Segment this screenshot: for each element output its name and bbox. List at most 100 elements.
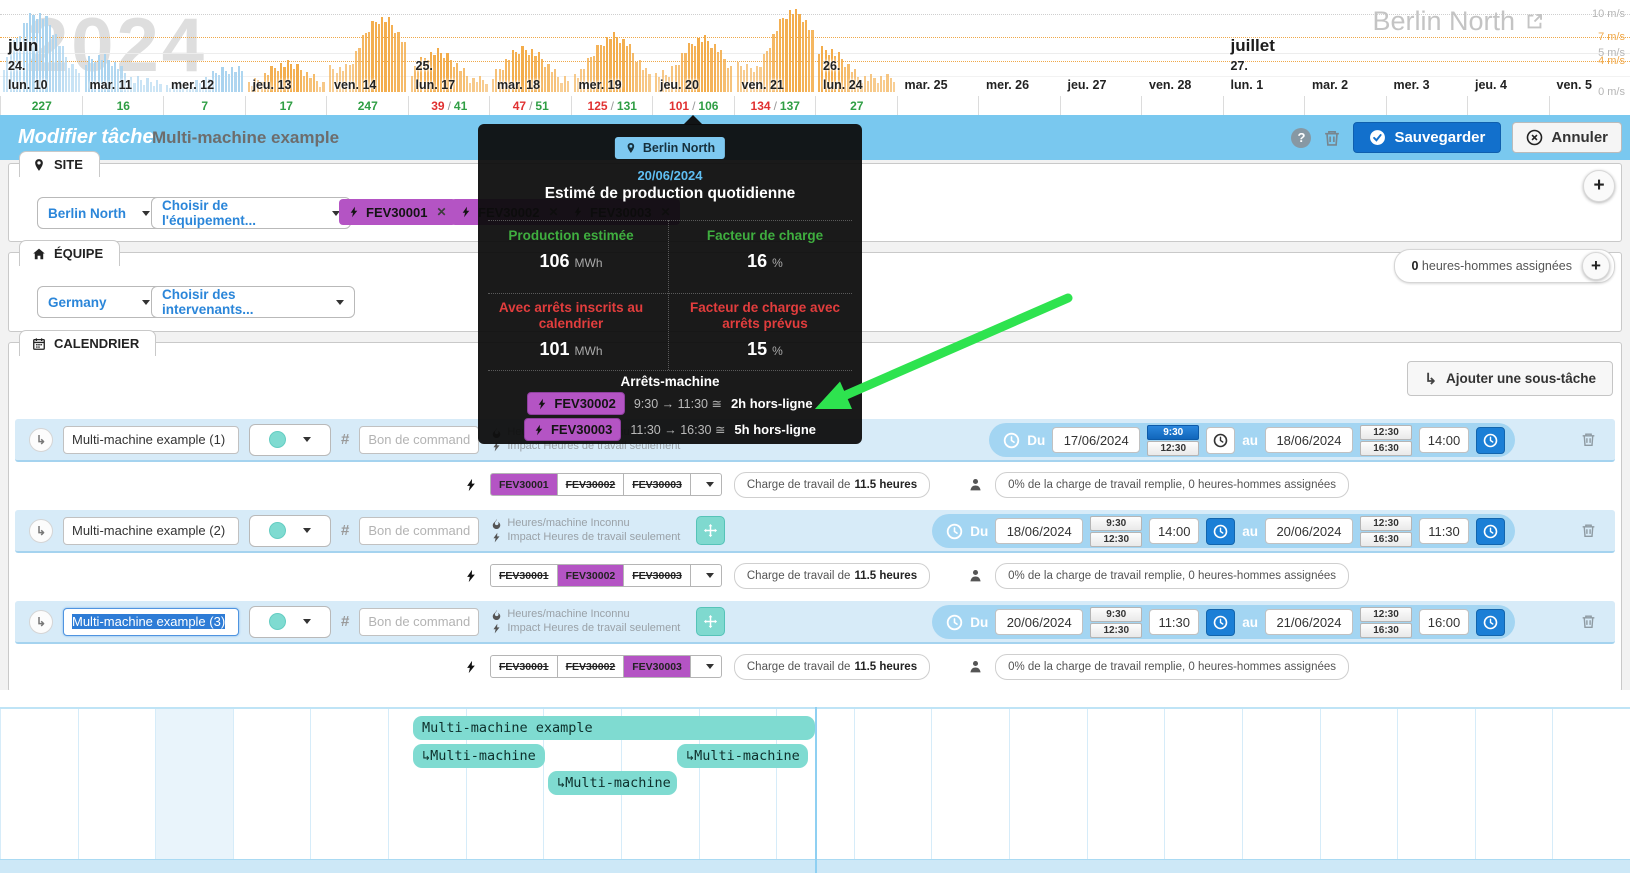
start-date-input[interactable] [995, 609, 1084, 635]
wind-bar [462, 68, 465, 92]
app-root: 2024 juin juillet 24. 25. 26. 27. lun. 10 227 ma… [0, 0, 1630, 873]
subtask-name-input[interactable]: Multi-machine example (3) [63, 607, 239, 636]
time-preset-button[interactable]: 9:30 [1147, 424, 1200, 440]
remove-tag-icon[interactable]: ✕ [436, 205, 446, 219]
time-picker-button[interactable] [1476, 517, 1505, 545]
subtask-name-input[interactable] [63, 425, 239, 454]
time-preset-button[interactable]: 12:30 [1360, 424, 1412, 440]
help-icon[interactable]: ? [1291, 127, 1312, 148]
move-subtask-button[interactable] [696, 516, 726, 545]
cancel-button[interactable]: Annuler [1512, 122, 1622, 153]
machine-toggle[interactable]: FEV30001 [490, 473, 558, 496]
gantt-column-line [1164, 709, 1166, 859]
machine-dropdown-button[interactable] [690, 473, 722, 496]
end-time-input[interactable] [1419, 609, 1469, 635]
end-time-input[interactable] [1419, 518, 1469, 544]
end-date-input[interactable] [1265, 609, 1353, 635]
machine-toggle[interactable]: FEV30002 [557, 655, 625, 678]
gantt-bar-parent[interactable]: Multi-machine example [413, 716, 815, 740]
time-picker-button[interactable] [1476, 426, 1505, 454]
team-select[interactable]: Germany [37, 286, 161, 318]
start-time-input[interactable] [1149, 518, 1200, 544]
subtask-name-input[interactable] [63, 516, 239, 545]
equipment-tag[interactable]: FEV30001 ✕ [339, 199, 456, 225]
delete-subtask-icon[interactable] [1580, 431, 1597, 448]
wind-forecast-chart[interactable]: 2024 juin juillet 24. 25. 26. 27. lun. 10 227 ma… [0, 0, 1630, 116]
wind-bar [146, 77, 149, 92]
start-date-input[interactable] [995, 518, 1084, 544]
day-production-values: 16 [81, 96, 165, 115]
workload-fill-badge: 0% de la charge de travail remplie, 0 he… [995, 653, 1350, 680]
machine-toggle[interactable]: FEV30003 [624, 655, 691, 678]
site-select[interactable]: Berlin North [37, 197, 161, 229]
machine-tag: FEV30002 [527, 392, 625, 415]
tooltip-site-badge: Berlin North [614, 137, 726, 159]
machine-toggle[interactable]: FEV30001 [490, 564, 558, 587]
equipment-select[interactable]: Choisir de l'équipement... [151, 197, 351, 229]
day-label: lun. 17 [415, 78, 456, 92]
time-preset-button[interactable]: 12:30 [1090, 622, 1143, 638]
add-subtask-button[interactable]: ↳ Ajouter une sous-tâche [1407, 361, 1613, 396]
day-label: mer. 12 [171, 78, 215, 92]
gantt-bar-subtask[interactable]: ↳Multi-machine [548, 771, 677, 795]
move-subtask-button[interactable] [696, 607, 726, 636]
wind-bar [700, 41, 703, 92]
wind-bar [51, 34, 55, 92]
add-worker-button[interactable]: + [1582, 252, 1610, 280]
start-time-input[interactable] [1149, 609, 1200, 635]
time-preset-button[interactable]: 12:30 [1360, 515, 1412, 531]
purchase-order-input[interactable] [359, 607, 480, 636]
delete-subtask-icon[interactable] [1580, 522, 1597, 539]
machine-dropdown-button[interactable] [690, 564, 722, 587]
time-preset-button[interactable]: 9:30 [1090, 515, 1143, 531]
machine-dropdown-button[interactable] [690, 655, 722, 678]
machine-toggle[interactable]: FEV30003 [624, 564, 691, 587]
time-preset-button[interactable]: 12:30 [1090, 531, 1143, 547]
add-site-button[interactable]: + [1583, 170, 1615, 202]
time-picker-button[interactable] [1476, 608, 1505, 636]
start-date-input[interactable] [1052, 427, 1141, 453]
end-time-input[interactable] [1419, 427, 1469, 453]
end-date-input[interactable] [1265, 427, 1353, 453]
machine-toggle[interactable]: FEV30002 [557, 473, 625, 496]
save-button[interactable]: Sauvegarder [1353, 122, 1502, 153]
gantt-bar-subtask[interactable]: ↳Multi-machine [677, 744, 808, 768]
machine-toggle[interactable]: FEV30001 [490, 655, 558, 678]
end-date-input[interactable] [1265, 518, 1353, 544]
machine-toggle[interactable]: FEV30002 [557, 564, 625, 587]
axis-label: 0 m/s [1598, 86, 1625, 98]
gantt-column-line [1009, 709, 1011, 859]
machine-toggle[interactable]: FEV30003 [624, 473, 691, 496]
time-picker-button[interactable] [1206, 608, 1236, 636]
wind-bar [723, 59, 726, 92]
wind-bar [387, 17, 390, 92]
wind-bar [156, 79, 159, 92]
color-select[interactable] [249, 605, 331, 638]
time-picker-button[interactable] [1206, 517, 1236, 545]
date-range-panel: Du 9:30 12:30 au 12:30 16:30 [932, 514, 1515, 548]
subtask-machines-row-3: FEV30001 FEV30002 FEV30003 Charge de tra… [464, 644, 1350, 689]
chart-site-link[interactable]: Berlin North [1372, 6, 1544, 37]
date-range-panel: Du 9:30 12:30 au 12:30 16:30 [989, 423, 1515, 457]
external-link-icon[interactable] [1525, 12, 1544, 31]
time-preset-button[interactable]: 9:30 [1090, 606, 1143, 622]
time-preset-button[interactable]: 16:30 [1360, 440, 1412, 456]
subtask-machines-row-2: FEV30001 FEV30002 FEV30003 Charge de tra… [464, 553, 1350, 598]
purchase-order-input[interactable] [359, 425, 480, 454]
color-dot [269, 431, 286, 448]
machine-tag: FEV30003 [523, 418, 622, 441]
wind-bar [720, 50, 723, 92]
delete-task-icon[interactable] [1322, 128, 1342, 148]
gantt-bar-subtask[interactable]: ↳Multi-machine [413, 744, 545, 768]
time-preset-button[interactable]: 16:30 [1360, 622, 1412, 638]
time-preset-button[interactable]: 12:30 [1360, 606, 1412, 622]
workers-select[interactable]: Choisir des intervenants... [151, 286, 355, 318]
purchase-order-input[interactable] [359, 516, 480, 545]
time-picker-button[interactable] [1206, 426, 1236, 454]
color-select[interactable] [249, 514, 331, 547]
wind-bar [390, 24, 394, 92]
time-preset-button[interactable]: 12:30 [1147, 440, 1200, 456]
delete-subtask-icon[interactable] [1580, 613, 1597, 630]
color-select[interactable] [249, 423, 331, 456]
time-preset-button[interactable]: 16:30 [1360, 531, 1412, 547]
